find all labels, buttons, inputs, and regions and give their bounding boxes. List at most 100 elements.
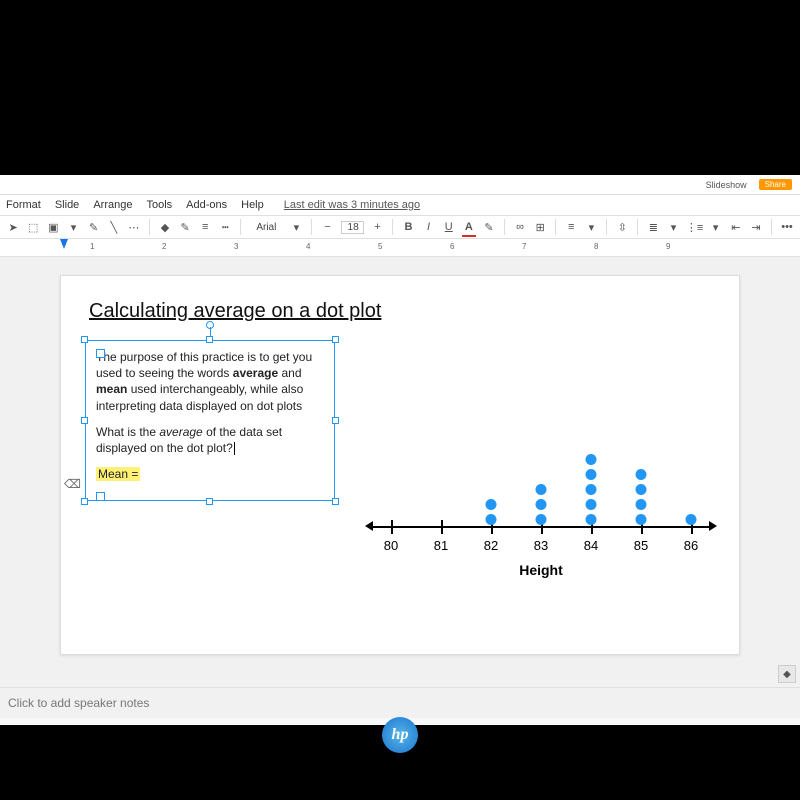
font-dropdown-icon[interactable]: ▾	[289, 219, 303, 235]
bulleted-list-icon[interactable]: ⋮≡	[687, 219, 703, 235]
slide[interactable]: Calculating average on a dot plot The pu…	[60, 275, 740, 655]
separator	[311, 219, 312, 235]
ruler-tick: 6	[450, 242, 454, 251]
explore-button[interactable]: ◆	[778, 665, 796, 683]
indent-decrease-icon[interactable]: ⇤	[729, 219, 743, 235]
last-edit-text[interactable]: Last edit was 3 minutes ago	[284, 199, 420, 211]
ruler-tick: 8	[594, 242, 598, 251]
share-button[interactable]: Share	[759, 179, 792, 190]
resize-handle[interactable]	[81, 498, 88, 505]
slide-canvas-area[interactable]: Calculating average on a dot plot The pu…	[0, 257, 800, 687]
align-icon[interactable]: ≡	[564, 219, 578, 235]
tick-mark	[441, 520, 443, 534]
highlight-color-icon[interactable]: ✎	[482, 219, 496, 235]
text-color-button[interactable]: A	[462, 219, 476, 235]
fill-color-icon[interactable]: ◆	[158, 219, 172, 235]
indent-increase-icon[interactable]: ⇥	[749, 219, 763, 235]
numbered-list-icon[interactable]: ≣	[646, 219, 660, 235]
text: What is the	[96, 425, 159, 439]
data-dot	[536, 499, 547, 510]
text-bold: mean	[96, 382, 127, 396]
ruler-tick: 5	[378, 242, 382, 251]
data-dot	[636, 499, 647, 510]
slides-app-window: Slideshow Share Format Slide Arrange Too…	[0, 175, 800, 725]
text-italic: average	[159, 425, 202, 439]
ruler-tick: 3	[234, 242, 238, 251]
title-bar-partial: Slideshow Share	[0, 175, 800, 195]
data-dot	[586, 454, 597, 465]
tick-label: 80	[384, 538, 398, 553]
speaker-notes-placeholder[interactable]: Click to add speaker notes	[0, 687, 800, 718]
italic-button[interactable]: I	[422, 219, 436, 235]
align-dropdown-icon[interactable]: ▾	[584, 219, 598, 235]
resize-handle[interactable]	[332, 417, 339, 424]
menu-format[interactable]: Format	[6, 199, 41, 211]
dot-plot-chart: Height 80818283848586	[371, 366, 711, 586]
data-dot	[636, 484, 647, 495]
resize-handle[interactable]	[206, 336, 213, 343]
resize-handle[interactable]	[332, 336, 339, 343]
font-size-input[interactable]: 18	[341, 221, 365, 234]
border-weight-icon[interactable]: ≡	[198, 219, 212, 235]
menu-tools[interactable]: Tools	[146, 199, 172, 211]
textbox-tool-icon[interactable]: ⬚	[26, 219, 40, 235]
font-size-decrease[interactable]: −	[320, 219, 334, 235]
link-icon[interactable]: ∞	[513, 219, 527, 235]
slideshow-button[interactable]: Slideshow	[706, 180, 747, 190]
bold-button[interactable]: B	[401, 219, 415, 235]
dropdown-caret-icon[interactable]: ▾	[66, 219, 80, 235]
separator	[555, 219, 556, 235]
line-tool-icon[interactable]: ╲	[107, 219, 121, 235]
tick-label: 85	[634, 538, 648, 553]
tick-label: 81	[434, 538, 448, 553]
menu-bar: Format Slide Arrange Tools Add-ons Help …	[0, 195, 800, 216]
separator	[240, 219, 241, 235]
separator	[392, 219, 393, 235]
menu-slide[interactable]: Slide	[55, 199, 79, 211]
line-spacing-icon[interactable]: ⇳	[615, 219, 629, 235]
separator	[606, 219, 607, 235]
comment-icon[interactable]: ✎	[87, 219, 101, 235]
ruler-tick: 1	[90, 242, 94, 251]
tick-label: 86	[684, 538, 698, 553]
image-tool-icon[interactable]: ▣	[46, 219, 60, 235]
bullet-dropdown-icon[interactable]: ▾	[709, 219, 723, 235]
paragraph-2[interactable]: What is the average of the data set disp…	[96, 424, 324, 456]
laptop-bezel-bottom: hp	[0, 720, 800, 750]
resize-handle[interactable]	[81, 336, 88, 343]
ruler-tick: 7	[522, 242, 526, 251]
border-tool-icon[interactable]: ✎	[178, 219, 192, 235]
toolbar: ➤ ⬚ ▣ ▾ ✎ ╲ ⋯ ◆ ✎ ≡ ┅ Arial ▾ − 18 + B I…	[0, 216, 800, 239]
menu-help[interactable]: Help	[241, 199, 264, 211]
more-shapes-icon[interactable]: ⋯	[127, 219, 141, 235]
camera-black-border-top	[0, 0, 800, 175]
more-toolbar-icon[interactable]: •••	[780, 219, 794, 235]
text-cursor	[234, 442, 235, 455]
menu-arrange[interactable]: Arrange	[93, 199, 132, 211]
font-size-increase[interactable]: +	[370, 219, 384, 235]
mean-highlight: Mean =	[96, 467, 140, 481]
menu-addons[interactable]: Add-ons	[186, 199, 227, 211]
text: and	[278, 366, 301, 380]
strikethrough-side-icon[interactable]: ⌫	[64, 476, 81, 492]
selected-text-box[interactable]: The purpose of this practice is to get y…	[85, 340, 335, 501]
resize-handle[interactable]	[206, 498, 213, 505]
mean-line[interactable]: Mean =	[96, 466, 324, 482]
slide-title[interactable]: Calculating average on a dot plot	[89, 300, 711, 323]
border-dash-icon[interactable]: ┅	[218, 219, 232, 235]
data-dot	[586, 499, 597, 510]
data-dot	[636, 469, 647, 480]
list-dropdown-icon[interactable]: ▾	[666, 219, 680, 235]
underline-button[interactable]: U	[442, 219, 456, 235]
paragraph-1[interactable]: The purpose of this practice is to get y…	[96, 349, 324, 414]
data-dot	[586, 484, 597, 495]
data-dot	[586, 469, 597, 480]
comment-add-icon[interactable]: ⊞	[533, 219, 547, 235]
resize-handle[interactable]	[332, 498, 339, 505]
indent-marker[interactable]	[60, 239, 68, 249]
separator	[149, 219, 150, 235]
horizontal-ruler[interactable]: 123456789	[0, 239, 800, 257]
resize-handle[interactable]	[81, 417, 88, 424]
select-tool-icon[interactable]: ➤	[6, 219, 20, 235]
font-family-select[interactable]: Arial	[249, 221, 283, 234]
